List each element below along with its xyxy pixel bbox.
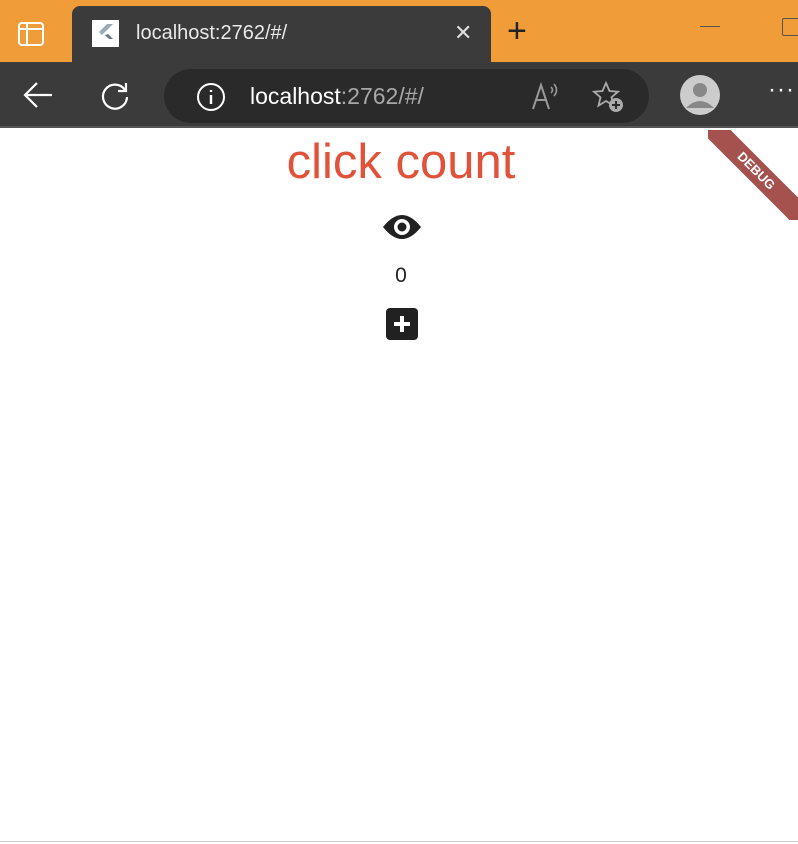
- url-text[interactable]: localhost:2762/#/: [250, 83, 424, 110]
- browser-toolbar: localhost:2762/#/ ···: [0, 62, 798, 128]
- flutter-app: click count 0: [0, 130, 798, 842]
- site-info-icon[interactable]: [196, 82, 226, 112]
- maximize-button[interactable]: [782, 18, 798, 36]
- browser-titlebar: localhost:2762/#/ ✕ +: [0, 0, 798, 64]
- read-aloud-icon[interactable]: [530, 81, 562, 111]
- tab-close-icon[interactable]: ✕: [454, 20, 472, 46]
- url-host: localhost: [250, 83, 341, 109]
- flutter-favicon-icon: [92, 20, 119, 47]
- page-title: click count: [286, 135, 516, 189]
- profile-avatar-icon[interactable]: [680, 75, 720, 115]
- new-tab-button[interactable]: +: [507, 14, 527, 48]
- debug-banner: DEBUG: [708, 130, 798, 220]
- reload-icon[interactable]: [100, 80, 130, 110]
- url-path: :2762/#/: [340, 83, 424, 109]
- add-favorite-icon[interactable]: [592, 80, 626, 114]
- sidebar-toggle-icon[interactable]: [18, 22, 44, 46]
- back-icon[interactable]: [22, 80, 54, 110]
- debug-label: DEBUG: [708, 130, 798, 220]
- browser-tab[interactable]: localhost:2762/#/ ✕: [72, 6, 491, 64]
- click-count-value: 0: [395, 264, 407, 287]
- tab-title: localhost:2762/#/: [136, 22, 288, 44]
- increment-button[interactable]: [386, 308, 418, 340]
- eye-icon: [383, 215, 421, 239]
- minimize-button[interactable]: [700, 26, 720, 27]
- more-menu-icon[interactable]: ···: [768, 76, 795, 104]
- address-bar[interactable]: localhost:2762/#/: [164, 69, 649, 123]
